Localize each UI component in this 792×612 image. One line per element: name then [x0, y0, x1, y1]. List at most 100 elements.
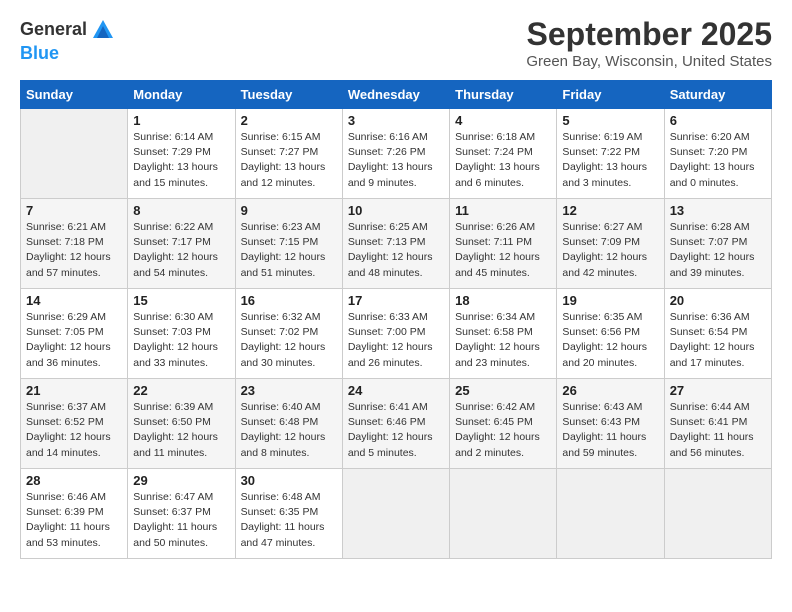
- day-number: 5: [562, 113, 658, 128]
- weekday-header-sunday: Sunday: [21, 81, 128, 109]
- day-number: 11: [455, 203, 551, 218]
- day-number: 7: [26, 203, 122, 218]
- day-cell: 29 Sunrise: 6:47 AMSunset: 6:37 PMDayligh…: [128, 469, 235, 559]
- day-cell: [664, 469, 771, 559]
- day-cell: [557, 469, 664, 559]
- day-number: 14: [26, 293, 122, 308]
- day-number: 8: [133, 203, 229, 218]
- day-info: Sunrise: 6:44 AMSunset: 6:41 PMDaylight:…: [670, 400, 766, 461]
- day-cell: [342, 469, 449, 559]
- day-number: 13: [670, 203, 766, 218]
- day-cell: 17 Sunrise: 6:33 AMSunset: 7:00 PMDayligh…: [342, 289, 449, 379]
- day-info: Sunrise: 6:15 AMSunset: 7:27 PMDaylight:…: [241, 130, 337, 191]
- day-info: Sunrise: 6:48 AMSunset: 6:35 PMDaylight:…: [241, 490, 337, 551]
- day-number: 9: [241, 203, 337, 218]
- day-info: Sunrise: 6:23 AMSunset: 7:15 PMDaylight:…: [241, 220, 337, 281]
- day-cell: 23 Sunrise: 6:40 AMSunset: 6:48 PMDayligh…: [235, 379, 342, 469]
- weekday-header-wednesday: Wednesday: [342, 81, 449, 109]
- day-info: Sunrise: 6:16 AMSunset: 7:26 PMDaylight:…: [348, 130, 444, 191]
- day-number: 28: [26, 473, 122, 488]
- day-cell: 3 Sunrise: 6:16 AMSunset: 7:26 PMDaylight…: [342, 109, 449, 199]
- day-info: Sunrise: 6:41 AMSunset: 6:46 PMDaylight:…: [348, 400, 444, 461]
- day-cell: 30 Sunrise: 6:48 AMSunset: 6:35 PMDayligh…: [235, 469, 342, 559]
- logo-general: General: [20, 20, 87, 40]
- day-cell: 20 Sunrise: 6:36 AMSunset: 6:54 PMDayligh…: [664, 289, 771, 379]
- page-header: General Blue September 2025 Green Bay, W…: [20, 16, 772, 70]
- day-number: 26: [562, 383, 658, 398]
- day-info: Sunrise: 6:27 AMSunset: 7:09 PMDaylight:…: [562, 220, 658, 281]
- day-cell: [450, 469, 557, 559]
- month-title: September 2025: [526, 16, 772, 53]
- day-cell: 10 Sunrise: 6:25 AMSunset: 7:13 PMDayligh…: [342, 199, 449, 289]
- day-info: Sunrise: 6:40 AMSunset: 6:48 PMDaylight:…: [241, 400, 337, 461]
- day-cell: 8 Sunrise: 6:22 AMSunset: 7:17 PMDaylight…: [128, 199, 235, 289]
- day-number: 17: [348, 293, 444, 308]
- day-number: 20: [670, 293, 766, 308]
- week-row-2: 7 Sunrise: 6:21 AMSunset: 7:18 PMDaylight…: [21, 199, 772, 289]
- day-number: 29: [133, 473, 229, 488]
- day-number: 21: [26, 383, 122, 398]
- day-cell: 13 Sunrise: 6:28 AMSunset: 7:07 PMDayligh…: [664, 199, 771, 289]
- weekday-header-tuesday: Tuesday: [235, 81, 342, 109]
- day-number: 27: [670, 383, 766, 398]
- calendar-table: SundayMondayTuesdayWednesdayThursdayFrid…: [20, 80, 772, 559]
- title-block: September 2025 Green Bay, Wisconsin, Uni…: [526, 16, 772, 70]
- week-row-3: 14 Sunrise: 6:29 AMSunset: 7:05 PMDayligh…: [21, 289, 772, 379]
- day-number: 22: [133, 383, 229, 398]
- day-cell: 27 Sunrise: 6:44 AMSunset: 6:41 PMDayligh…: [664, 379, 771, 469]
- day-cell: 6 Sunrise: 6:20 AMSunset: 7:20 PMDaylight…: [664, 109, 771, 199]
- day-info: Sunrise: 6:46 AMSunset: 6:39 PMDaylight:…: [26, 490, 122, 551]
- day-number: 24: [348, 383, 444, 398]
- day-number: 19: [562, 293, 658, 308]
- day-info: Sunrise: 6:36 AMSunset: 6:54 PMDaylight:…: [670, 310, 766, 371]
- day-cell: 2 Sunrise: 6:15 AMSunset: 7:27 PMDaylight…: [235, 109, 342, 199]
- day-cell: 5Sunrise: 6:19 AMSunset: 7:22 PMDaylight…: [557, 109, 664, 199]
- weekday-header-friday: Friday: [557, 81, 664, 109]
- day-info: Sunrise: 6:29 AMSunset: 7:05 PMDaylight:…: [26, 310, 122, 371]
- day-cell: 4 Sunrise: 6:18 AMSunset: 7:24 PMDaylight…: [450, 109, 557, 199]
- day-number: 3: [348, 113, 444, 128]
- day-info: Sunrise: 6:20 AMSunset: 7:20 PMDaylight:…: [670, 130, 766, 191]
- day-info: Sunrise: 6:25 AMSunset: 7:13 PMDaylight:…: [348, 220, 444, 281]
- day-info: Sunrise: 6:21 AMSunset: 7:18 PMDaylight:…: [26, 220, 122, 281]
- day-info: Sunrise: 6:18 AMSunset: 7:24 PMDaylight:…: [455, 130, 551, 191]
- day-number: 18: [455, 293, 551, 308]
- day-info: Sunrise: 6:30 AMSunset: 7:03 PMDaylight:…: [133, 310, 229, 371]
- day-number: 15: [133, 293, 229, 308]
- day-number: 25: [455, 383, 551, 398]
- day-info: Sunrise: 6:26 AMSunset: 7:11 PMDaylight:…: [455, 220, 551, 281]
- day-info: Sunrise: 6:35 AMSunset: 6:56 PMDaylight:…: [562, 310, 658, 371]
- day-cell: 15 Sunrise: 6:30 AMSunset: 7:03 PMDayligh…: [128, 289, 235, 379]
- day-cell: 25 Sunrise: 6:42 AMSunset: 6:45 PMDayligh…: [450, 379, 557, 469]
- logo-icon: [89, 16, 117, 44]
- day-info: Sunrise: 6:42 AMSunset: 6:45 PMDaylight:…: [455, 400, 551, 461]
- day-info: Sunrise: 6:32 AMSunset: 7:02 PMDaylight:…: [241, 310, 337, 371]
- day-info: Sunrise: 6:47 AMSunset: 6:37 PMDaylight:…: [133, 490, 229, 551]
- day-cell: 12 Sunrise: 6:27 AMSunset: 7:09 PMDayligh…: [557, 199, 664, 289]
- day-cell: 9 Sunrise: 6:23 AMSunset: 7:15 PMDaylight…: [235, 199, 342, 289]
- day-info: Sunrise: 6:22 AMSunset: 7:17 PMDaylight:…: [133, 220, 229, 281]
- day-number: 16: [241, 293, 337, 308]
- weekday-header-row: SundayMondayTuesdayWednesdayThursdayFrid…: [21, 81, 772, 109]
- day-number: 30: [241, 473, 337, 488]
- week-row-4: 21Sunrise: 6:37 AMSunset: 6:52 PMDayligh…: [21, 379, 772, 469]
- day-cell: 22 Sunrise: 6:39 AMSunset: 6:50 PMDayligh…: [128, 379, 235, 469]
- day-cell: 16 Sunrise: 6:32 AMSunset: 7:02 PMDayligh…: [235, 289, 342, 379]
- day-number: 12: [562, 203, 658, 218]
- day-info: Sunrise: 6:28 AMSunset: 7:07 PMDaylight:…: [670, 220, 766, 281]
- day-info: Sunrise: 6:39 AMSunset: 6:50 PMDaylight:…: [133, 400, 229, 461]
- day-info: Sunrise: 6:33 AMSunset: 7:00 PMDaylight:…: [348, 310, 444, 371]
- logo: General Blue: [20, 16, 117, 64]
- day-cell: 11 Sunrise: 6:26 AMSunset: 7:11 PMDayligh…: [450, 199, 557, 289]
- day-number: 10: [348, 203, 444, 218]
- day-number: 4: [455, 113, 551, 128]
- day-cell: 28 Sunrise: 6:46 AMSunset: 6:39 PMDayligh…: [21, 469, 128, 559]
- day-number: 23: [241, 383, 337, 398]
- week-row-5: 28 Sunrise: 6:46 AMSunset: 6:39 PMDayligh…: [21, 469, 772, 559]
- day-cell: 21Sunrise: 6:37 AMSunset: 6:52 PMDayligh…: [21, 379, 128, 469]
- day-info: Sunrise: 6:34 AMSunset: 6:58 PMDaylight:…: [455, 310, 551, 371]
- weekday-header-saturday: Saturday: [664, 81, 771, 109]
- day-number: 2: [241, 113, 337, 128]
- day-number: 6: [670, 113, 766, 128]
- day-info: Sunrise: 6:14 AMSunset: 7:29 PMDaylight:…: [133, 130, 229, 191]
